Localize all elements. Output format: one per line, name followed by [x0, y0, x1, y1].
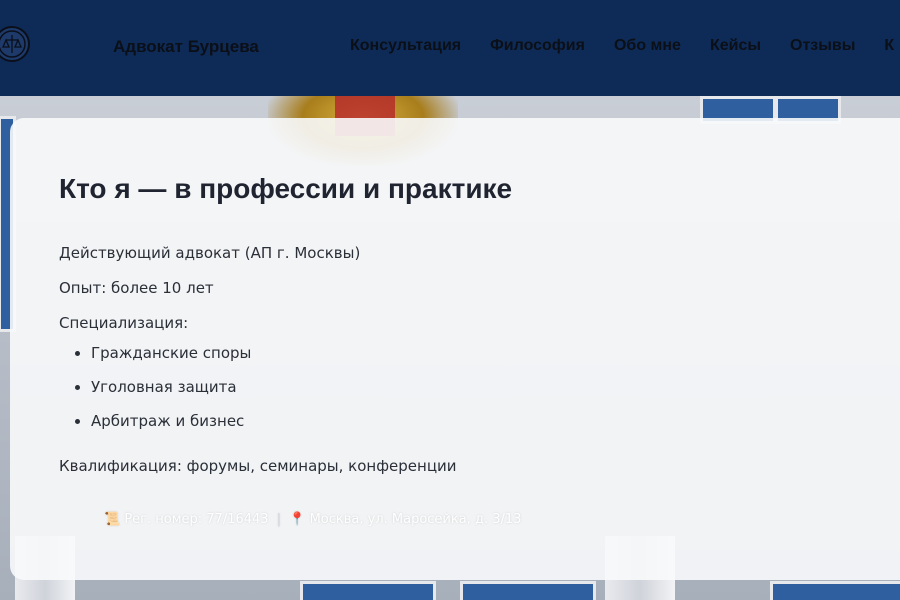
list-item: Уголовная защита [91, 378, 251, 396]
nav-link-cases[interactable]: Кейсы [710, 37, 761, 55]
top-navbar: Адвокат Бурцева Консультация Философия О… [0, 0, 900, 96]
pin-icon: 📍 [289, 512, 306, 527]
nav-link-reviews[interactable]: Отзывы [790, 37, 855, 55]
list-item: Арбитраж и бизнес [91, 412, 251, 430]
status-text: Действующий адвокат (АП г. Москвы) [59, 244, 361, 262]
registration-address-line: 📜 Рег. номер: 77/16443 | 📍 Москва, ул. М… [104, 512, 521, 527]
section-title: Кто я — в профессии и практике [59, 173, 513, 204]
building-window [300, 581, 436, 600]
specialization-label: Специализация: [59, 314, 189, 332]
main-nav: Консультация Философия Обо мне Кейсы Отз… [350, 37, 900, 55]
nav-link-contacts[interactable]: К [884, 37, 894, 55]
logo-icon[interactable] [0, 26, 30, 62]
office-address: Москва, ул. Маросейка, д. 3/13 [309, 512, 522, 527]
list-item: Гражданские споры [91, 344, 251, 362]
separator: | [276, 512, 282, 527]
registration-number: Рег. номер: 77/16443 [124, 512, 269, 527]
building-window [460, 581, 596, 600]
experience-text: Опыт: более 10 лет [59, 279, 214, 297]
nav-link-consultation[interactable]: Консультация [350, 37, 461, 55]
qualification-text: Квалификация: форумы, семинары, конферен… [59, 457, 457, 475]
nav-link-philosophy[interactable]: Философия [490, 37, 585, 55]
scroll-icon: 📜 [104, 512, 121, 527]
specialization-list: Гражданские споры Уголовная защита Арбит… [59, 344, 251, 446]
brand-name[interactable]: Адвокат Бурцева [113, 37, 259, 57]
building-window [770, 581, 900, 600]
about-card: Кто я — в профессии и практике Действующ… [10, 118, 900, 580]
nav-link-about[interactable]: Обо мне [614, 37, 681, 55]
